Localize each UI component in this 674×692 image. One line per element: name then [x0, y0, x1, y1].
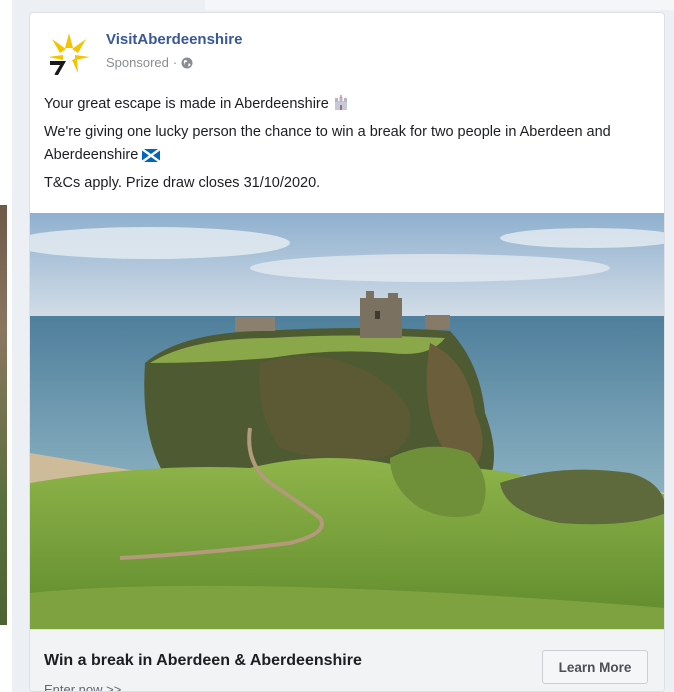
scotland-flag-icon [141, 147, 162, 170]
separator-dot: · [172, 55, 178, 70]
post-text-line: T&Cs apply. Prize draw closes 31/10/2020… [44, 175, 321, 191]
post-image[interactable] [30, 213, 664, 629]
post-text-line: Your great escape is made in Aberdeenshi… [44, 93, 650, 119]
globe-icon[interactable] [181, 57, 193, 69]
sponsored-row: Sponsored · [106, 55, 193, 70]
link-preview-footer[interactable]: Win a break in Aberdeen & Aberdeenshire … [30, 629, 664, 692]
feed-top-bar [205, 0, 674, 10]
post-message: Your great escape is made in Aberdeenshi… [44, 93, 650, 195]
link-description: Enter now >> [44, 682, 122, 692]
post-header: VisitAberdeenshire Sponsored · [44, 27, 644, 79]
adjacent-post-image-edge [0, 205, 7, 625]
adjacent-post-edge [0, 0, 12, 692]
page-name-link[interactable]: VisitAberdeenshire [106, 31, 242, 48]
post-text-line: We're giving one lucky person the chance… [44, 121, 650, 170]
post-text-line-1: Your great escape is made in Aberdeenshi… [44, 96, 329, 112]
learn-more-button[interactable]: Learn More [542, 650, 648, 684]
castle-emoji-icon [333, 95, 349, 119]
link-headline[interactable]: Win a break in Aberdeen & Aberdeenshire [44, 652, 362, 670]
visitaberdeenshire-logo-icon[interactable] [44, 29, 94, 79]
post-text-line-2: We're giving one lucky person the chance… [44, 124, 611, 163]
sponsored-label[interactable]: Sponsored [106, 55, 169, 70]
sponsored-post-card: VisitAberdeenshire Sponsored · Your grea… [29, 12, 665, 692]
